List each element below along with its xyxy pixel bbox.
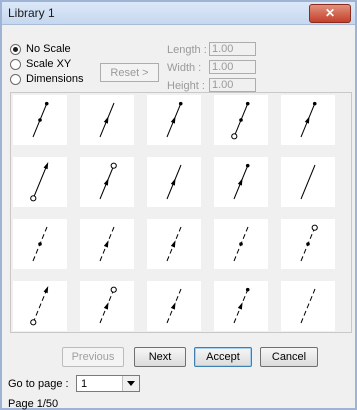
accept-button[interactable]: Accept (194, 347, 252, 367)
symbol-glyph (99, 102, 115, 138)
width-label: Width : (167, 62, 202, 74)
symbol-cell[interactable] (281, 219, 335, 269)
radio-no-scale[interactable]: No Scale (10, 41, 71, 57)
symbol-cell[interactable] (147, 95, 201, 145)
symbol-cell[interactable] (13, 281, 67, 331)
dialog-title: Library 1 (8, 6, 55, 20)
radio-indicator[interactable] (10, 73, 21, 85)
symbol-cell[interactable] (13, 95, 67, 145)
length-field[interactable]: 1.00 (209, 42, 256, 56)
radio-indicator[interactable] (10, 43, 21, 55)
goto-page-value: 1 (81, 378, 88, 390)
symbol-cell[interactable] (80, 219, 134, 269)
radio-indicator[interactable] (10, 58, 21, 70)
symbol-glyph (300, 164, 316, 200)
symbol-cell[interactable] (13, 157, 67, 207)
symbol-cell[interactable] (214, 281, 268, 331)
symbol-glyph (166, 164, 182, 200)
symbol-cell[interactable] (214, 219, 268, 269)
reset-button[interactable]: Reset > (100, 63, 159, 82)
close-icon: ✕ (324, 6, 336, 20)
goto-page-label: Go to page : (8, 378, 69, 390)
symbol-glyph (300, 288, 316, 324)
page-status: Page 1/50 (8, 398, 59, 410)
radio-label-dimensions: Dimensions (26, 73, 84, 85)
previous-button[interactable]: Previous (62, 347, 124, 367)
width-field[interactable]: 1.00 (209, 60, 256, 74)
symbol-glyph (99, 226, 115, 262)
symbol-glyph (166, 101, 183, 138)
symbol-glyph (300, 101, 317, 138)
height-label: Height : (167, 80, 205, 92)
next-button[interactable]: Next (134, 347, 186, 367)
symbol-cell[interactable] (214, 95, 268, 145)
goto-page-select[interactable]: 1 (76, 375, 140, 392)
symbol-glyph (300, 224, 318, 262)
symbol-cell[interactable] (13, 219, 67, 269)
symbol-glyph (233, 226, 249, 262)
library-dialog: Library 1 ✕ No Scale Scale XY Dimensions… (0, 0, 357, 410)
symbol-grid (10, 92, 352, 333)
symbol-cell[interactable] (281, 157, 335, 207)
cancel-button[interactable]: Cancel (260, 347, 318, 367)
length-label: Length : (167, 44, 207, 56)
close-button[interactable]: ✕ (309, 4, 351, 23)
radio-label-scale-xy: Scale XY (26, 58, 72, 70)
symbol-glyph (32, 101, 49, 138)
symbol-cell[interactable] (147, 157, 201, 207)
symbol-glyph (166, 288, 182, 324)
height-field[interactable]: 1.00 (209, 78, 256, 92)
radio-label-no-scale: No Scale (26, 43, 71, 55)
symbol-cell[interactable] (80, 157, 134, 207)
symbol-glyph (30, 285, 49, 326)
symbol-glyph (166, 226, 182, 262)
symbol-cell[interactable] (281, 95, 335, 145)
symbol-cell[interactable] (80, 281, 134, 331)
symbol-glyph (99, 286, 117, 324)
symbol-cell[interactable] (80, 95, 134, 145)
symbol-glyph (32, 226, 48, 262)
symbol-glyph (233, 287, 250, 324)
symbol-cell[interactable] (214, 157, 268, 207)
chevron-down-icon[interactable] (122, 376, 139, 391)
title-bar: Library 1 ✕ (2, 2, 355, 25)
radio-dimensions[interactable]: Dimensions (10, 71, 83, 87)
symbol-glyph (30, 161, 49, 202)
symbol-glyph (99, 162, 117, 200)
radio-scale-xy[interactable]: Scale XY (10, 56, 71, 72)
symbol-glyph (233, 163, 250, 200)
symbol-cell[interactable] (281, 281, 335, 331)
symbol-glyph (231, 101, 250, 140)
symbol-cell[interactable] (147, 219, 201, 269)
symbol-cell[interactable] (147, 281, 201, 331)
